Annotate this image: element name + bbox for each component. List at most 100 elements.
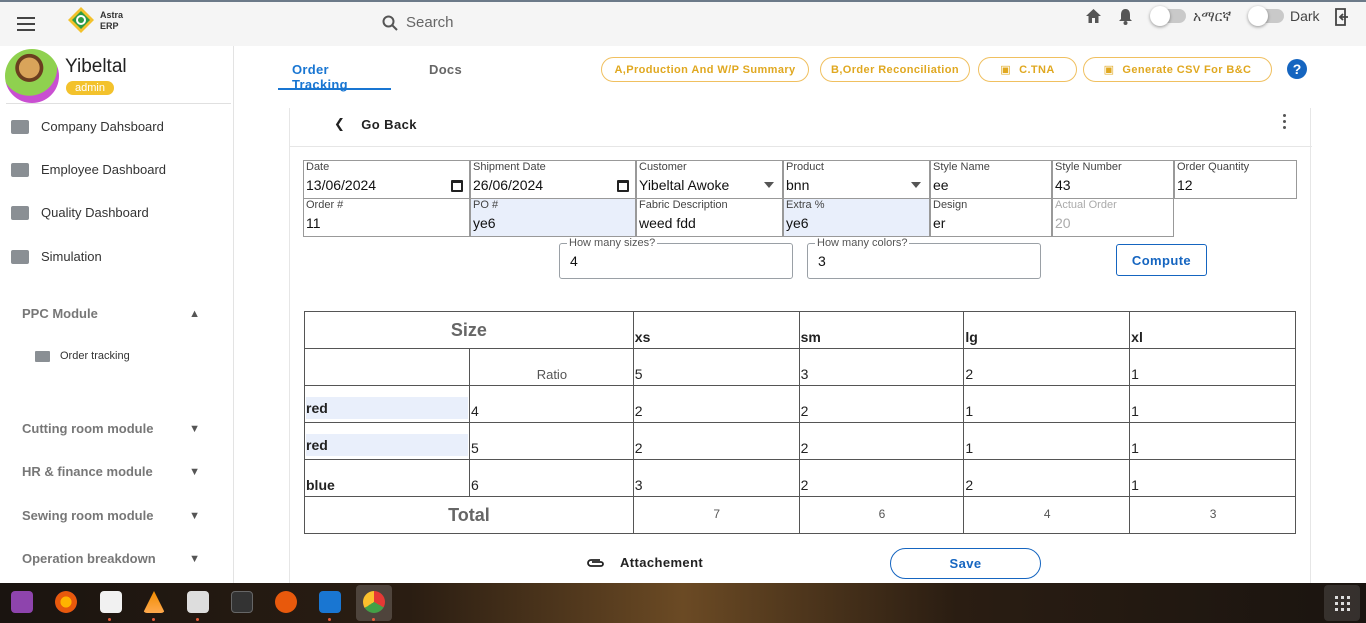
extra-percent-field[interactable]: Extra % ye6 [783, 198, 930, 237]
store-icon [11, 119, 29, 134]
qty-cell[interactable]: 3 [632, 459, 800, 497]
qty-cell[interactable]: 2 [632, 422, 800, 460]
field-value: bnn [786, 177, 810, 193]
sidebar-item-company-dashboard[interactable]: Company Dahsboard [11, 119, 164, 134]
sidebar-item-employee-dashboard[interactable]: Employee Dashboard [11, 162, 166, 177]
qty-cell[interactable]: 1 [963, 422, 1131, 460]
firefox-icon[interactable] [55, 591, 77, 613]
order-number-field[interactable]: Order # 11 [303, 198, 470, 237]
ratio-cell[interactable]: 1 [1129, 348, 1296, 386]
role-badge: admin [66, 81, 114, 95]
text-editor-icon[interactable] [100, 591, 122, 613]
qty-cell[interactable]: 1 [1129, 385, 1296, 423]
avatar[interactable] [5, 49, 59, 103]
product-select[interactable]: Product bnn [783, 160, 930, 199]
sewing-room-module[interactable]: Sewing room module ▼ [22, 508, 200, 523]
home-icon[interactable] [1085, 8, 1102, 24]
qty-cell[interactable]: 2 [798, 385, 965, 423]
sidebar-item-quality-dashboard[interactable]: Quality Dashboard [11, 205, 149, 220]
paperclip-icon [587, 558, 604, 567]
search-bar[interactable]: Search [382, 14, 454, 31]
tab-docs[interactable]: Docs [429, 62, 462, 77]
video-player-icon[interactable] [11, 591, 33, 613]
field-value: 20 [1055, 215, 1071, 231]
attachment-button[interactable]: Attachement [586, 555, 703, 570]
operation-breakdown-module[interactable]: Operation breakdown ▼ [22, 551, 200, 566]
actual-order-field: Actual Order 20 [1052, 198, 1174, 237]
divider [290, 146, 1312, 147]
language-label: አማርኛ [1193, 8, 1232, 24]
vscode-icon[interactable] [319, 591, 341, 613]
vlc-icon[interactable] [143, 591, 165, 613]
color-cell[interactable]: blue [304, 459, 470, 497]
qty-cell[interactable]: 1 [963, 385, 1131, 423]
user-name: Yibeltal [65, 56, 127, 77]
colors-count-input[interactable]: How many colors? 3 [807, 237, 1041, 279]
field-label: Style Number [1055, 161, 1122, 173]
size-cell[interactable]: sm [798, 311, 965, 349]
color-ratio-cell[interactable]: 4 [468, 385, 634, 423]
design-field[interactable]: Design er [930, 198, 1052, 237]
qty-cell[interactable]: 2 [798, 422, 965, 460]
file-manager-icon[interactable] [187, 591, 209, 613]
ratio-cell[interactable]: 3 [798, 348, 965, 386]
size-cell[interactable]: xs [632, 311, 800, 349]
tna-button[interactable]: ▣ C.TNA [978, 57, 1077, 82]
sizes-count-input[interactable]: How many sizes? 4 [559, 237, 793, 279]
search-placeholder: Search [406, 14, 454, 31]
ratio-cell[interactable]: 5 [632, 348, 800, 386]
size-cell[interactable]: xl [1129, 311, 1296, 349]
color-ratio-cell[interactable]: 6 [468, 459, 634, 497]
date-field[interactable]: Date 13/06/2024 [303, 160, 470, 199]
field-label: How many sizes? [567, 237, 658, 249]
order-quantity-field[interactable]: Order Quantity 12 [1174, 160, 1297, 199]
color-cell[interactable]: red [304, 385, 470, 423]
fabric-description-field[interactable]: Fabric Description weed fdd [636, 198, 783, 237]
more-options-icon[interactable] [1283, 114, 1286, 129]
field-label: Design [933, 199, 968, 211]
help-icon[interactable]: ? [1287, 59, 1307, 79]
order-reconciliation-button[interactable]: B,Order Reconciliation [820, 57, 970, 82]
bell-icon[interactable] [1118, 8, 1133, 25]
top-app-bar: Astra ERP Search አማርኛ Dark [0, 0, 1366, 46]
ppc-module[interactable]: PPC Module ▲ [22, 306, 200, 321]
field-label: Customer [639, 161, 687, 173]
apps-grid-icon[interactable] [1324, 585, 1360, 621]
qty-cell[interactable]: 2 [632, 385, 800, 423]
style-number-field[interactable]: Style Number 43 [1052, 160, 1174, 199]
sidebar-item-order-tracking[interactable]: Order tracking [35, 350, 130, 362]
calendar-icon[interactable] [451, 180, 463, 192]
go-back-button[interactable]: ❮ Go Back [334, 116, 417, 132]
menu-icon[interactable] [17, 17, 35, 31]
compute-button[interactable]: Compute [1116, 244, 1207, 276]
field-value: 4 [570, 253, 578, 269]
postman-icon[interactable] [275, 591, 297, 613]
po-number-field[interactable]: PO # ye6 [470, 198, 636, 237]
save-button[interactable]: Save [890, 548, 1041, 579]
field-value: ye6 [786, 215, 809, 231]
chrome-icon[interactable] [363, 591, 385, 613]
color-ratio-cell[interactable]: 5 [468, 422, 634, 460]
terminal-icon[interactable] [231, 591, 253, 613]
qty-cell[interactable]: 2 [798, 459, 965, 497]
qty-cell[interactable]: 1 [1129, 459, 1296, 497]
logout-icon[interactable] [1332, 7, 1352, 27]
cutting-room-module[interactable]: Cutting room module ▼ [22, 421, 200, 436]
generate-csv-button[interactable]: ▣ Generate CSV For B&C [1083, 57, 1272, 82]
dark-mode-toggle[interactable] [1248, 6, 1284, 26]
size-cell[interactable]: lg [963, 311, 1131, 349]
hr-finance-module[interactable]: HR & finance module ▼ [22, 464, 200, 479]
sidebar-item-simulation[interactable]: Simulation [11, 249, 102, 264]
divider [6, 103, 231, 104]
style-name-field[interactable]: Style Name ee [930, 160, 1052, 199]
language-toggle[interactable] [1150, 6, 1186, 26]
calendar-icon[interactable] [617, 180, 629, 192]
qty-cell[interactable]: 2 [963, 459, 1131, 497]
ratio-cell[interactable]: 2 [963, 348, 1131, 386]
qty-cell[interactable]: 1 [1129, 422, 1296, 460]
shipment-date-field[interactable]: Shipment Date 26/06/2024 [470, 160, 636, 199]
module-label: HR & finance module [22, 464, 153, 479]
production-summary-button[interactable]: A,Production And W/P Summary [601, 57, 809, 82]
customer-select[interactable]: Customer Yibeltal Awoke [636, 160, 783, 199]
color-cell[interactable]: red [304, 422, 470, 460]
